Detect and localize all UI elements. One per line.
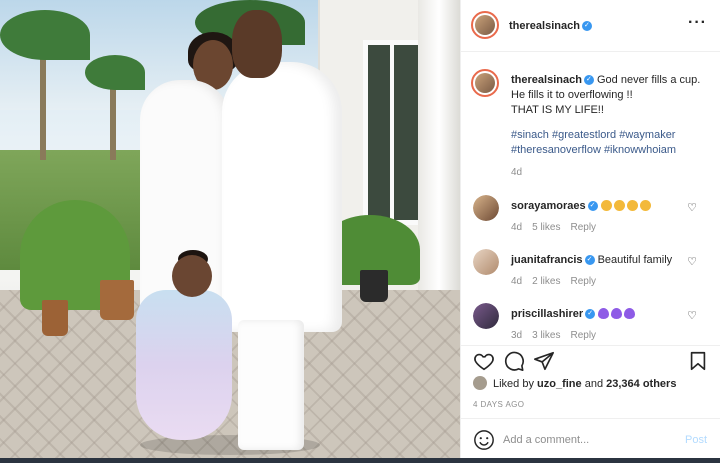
man-figure: [238, 320, 304, 450]
plant-pot: [100, 280, 134, 320]
bottom-strip: [0, 458, 720, 463]
author-username-row[interactable]: therealsinach ✓: [509, 20, 592, 32]
reply-button[interactable]: Reply: [570, 222, 596, 233]
heart-icon[interactable]: ♡: [687, 309, 697, 322]
child-figure: [136, 290, 232, 440]
purple-heart-icon: [598, 308, 610, 319]
clap-icon: [639, 200, 651, 211]
commenter-avatar[interactable]: [473, 303, 499, 329]
comment-meta: 3d 3 likes Reply: [511, 330, 606, 341]
likes-count[interactable]: 23,364 others: [606, 378, 676, 390]
author-avatar[interactable]: [471, 11, 499, 39]
caption-line: He fills it to overflowing !!: [511, 89, 633, 101]
heart-icon[interactable]: [473, 350, 495, 372]
post-caption: therealsinach ✓ God never fills a cup. He…: [511, 73, 709, 118]
comment-likes[interactable]: 5 likes: [532, 222, 560, 233]
plant-pot: [360, 270, 388, 302]
post-panel: therealsinach ✓ ··· therealsinach ✓ God ne…: [460, 0, 720, 463]
clap-emoji-group: [600, 200, 653, 212]
commenter-username[interactable]: priscillashirer: [511, 308, 583, 320]
more-icon[interactable]: ···: [688, 14, 707, 32]
clap-icon: [626, 200, 638, 211]
clap-icon: [600, 200, 612, 211]
add-comment-row: Post: [461, 418, 720, 463]
comment-body: sorayamoraes ✓: [511, 199, 686, 213]
caption-time: 4d: [511, 167, 523, 178]
emoji-icon[interactable]: [473, 429, 495, 451]
heart-icon[interactable]: ♡: [687, 255, 697, 268]
likes-summary: Liked by uzo_fine and 23,364 others: [473, 376, 676, 390]
comment-body: juanitafrancis ✓ Beautiful family: [511, 253, 686, 267]
verified-icon: ✓: [584, 255, 595, 266]
comment-meta: 4d 2 likes Reply: [511, 276, 606, 287]
author-username[interactable]: therealsinach: [509, 20, 580, 32]
liker-avatar[interactable]: [473, 376, 487, 390]
likes-prefix: Liked by: [493, 378, 538, 390]
comment-item: priscillashirer ✓ 3d 3 likes Reply ♡: [461, 303, 720, 345]
reply-button[interactable]: Reply: [570, 330, 596, 341]
caption-line: God never fills a cup.: [596, 74, 701, 86]
reply-button[interactable]: Reply: [570, 276, 596, 287]
post-date[interactable]: 4 DAYS AGO: [473, 400, 524, 409]
bookmark-icon[interactable]: [687, 350, 709, 372]
comment-text: Beautiful family: [597, 254, 673, 266]
comment-time: 4d: [511, 276, 523, 287]
liker-username[interactable]: uzo_fine: [537, 378, 582, 390]
commenter-avatar[interactable]: [473, 249, 499, 275]
verified-icon: ✓: [587, 201, 598, 212]
comment-icon[interactable]: [503, 350, 525, 372]
likes-mid: and: [581, 378, 607, 390]
caption-hashtags[interactable]: #sinach #greatestlord #waymaker #theresa…: [511, 128, 711, 158]
comment-time: 3d: [511, 330, 523, 341]
add-comment-input[interactable]: [503, 431, 673, 449]
purple-heart-icon: [624, 308, 636, 319]
child-figure: [172, 255, 212, 297]
palm-frond: [0, 10, 90, 60]
purple-heart-icon: [611, 308, 623, 319]
caption-username[interactable]: therealsinach: [511, 74, 582, 86]
verified-icon: ✓: [585, 309, 596, 320]
comment-body: priscillashirer ✓: [511, 307, 686, 321]
clap-icon: [613, 200, 625, 211]
comment-time: 4d: [511, 222, 523, 233]
comments-list[interactable]: therealsinach ✓ God never fills a cup. He…: [461, 53, 720, 345]
plant-pot: [42, 300, 68, 336]
comment-item: sorayamoraes ✓ 4d 5 likes Reply ♡: [461, 195, 720, 239]
commenter-username[interactable]: juanitafrancis: [511, 254, 583, 266]
verified-icon: ✓: [581, 21, 592, 32]
post-button[interactable]: Post: [685, 434, 707, 446]
man-figure: [222, 62, 342, 332]
heart-icon[interactable]: ♡: [687, 201, 697, 214]
comment-item: juanitafrancis ✓ Beautiful family 4d 2 lik…: [461, 249, 720, 293]
commenter-avatar[interactable]: [473, 195, 499, 221]
post-photo[interactable]: [0, 0, 460, 463]
comment-likes[interactable]: 3 likes: [532, 330, 560, 341]
comment-meta: 4d 5 likes Reply: [511, 222, 606, 233]
verified-icon: ✓: [583, 75, 594, 86]
action-bar: [461, 345, 720, 375]
comment-likes[interactable]: 2 likes: [532, 276, 560, 287]
caption-line: THAT IS MY LIFE!!: [511, 104, 604, 116]
palm-frond: [85, 55, 145, 90]
house-column: [418, 0, 460, 300]
share-icon[interactable]: [533, 350, 555, 372]
purple-heart-group: [598, 308, 637, 320]
post-header: therealsinach ✓ ···: [461, 0, 720, 52]
house-window: [363, 40, 423, 225]
man-figure: [232, 10, 282, 78]
commenter-username[interactable]: sorayamoraes: [511, 200, 586, 212]
caption-avatar[interactable]: [471, 69, 499, 97]
